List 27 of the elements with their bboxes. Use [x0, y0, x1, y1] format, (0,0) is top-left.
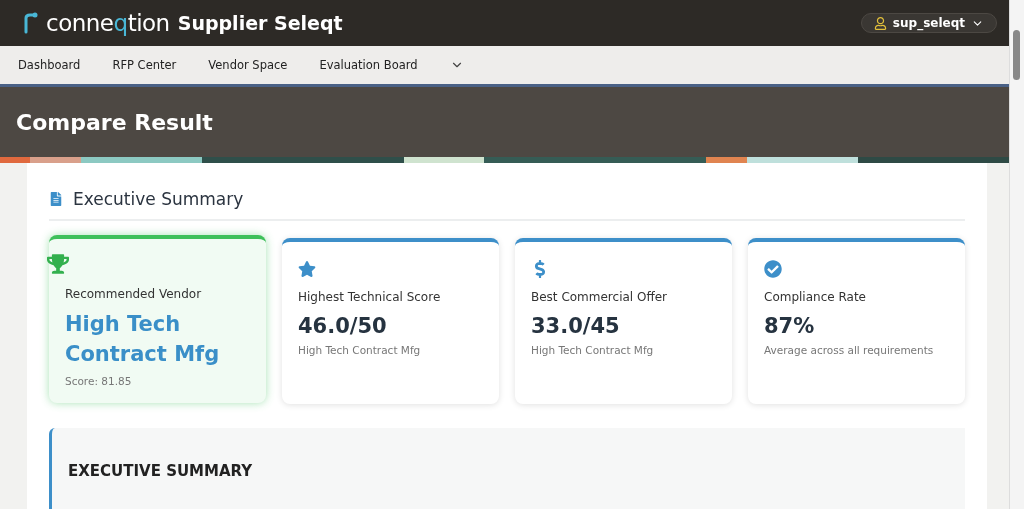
- nav-link[interactable]: Vendor Space: [208, 58, 288, 72]
- app-name: Supplier Seleqt: [177, 12, 343, 34]
- card-label: Best Commercial Offer: [531, 290, 668, 304]
- card-note: Average across all requirements: [764, 344, 935, 356]
- page-title: Compare Result: [16, 109, 213, 135]
- card-label: Compliance Rate: [764, 290, 867, 304]
- document-icon: [49, 192, 63, 206]
- summary-heading: EXECUTIVE SUMMARY: [68, 462, 254, 480]
- user-icon: [873, 16, 887, 30]
- section-title: Executive Summary: [73, 189, 244, 209]
- vendor-name: High Tech Contract Mfg: [65, 311, 221, 368]
- star-icon: [298, 260, 316, 278]
- nav-link[interactable]: RFP Center: [112, 58, 177, 72]
- user-menu-button[interactable]: sup_seleqt: [860, 13, 997, 33]
- card-value: 87%: [764, 314, 816, 338]
- card-label: Highest Technical Score: [298, 290, 442, 304]
- nav-link[interactable]: Dashboard: [18, 58, 81, 72]
- logo-icon: [22, 12, 38, 34]
- card-note: High Tech Contract Mfg: [531, 344, 655, 356]
- nav-link[interactable]: Evaluation Board: [319, 58, 418, 72]
- card-note: High Tech Contract Mfg: [298, 344, 422, 356]
- card-note: Score: 81.85: [65, 375, 133, 387]
- card-label: Recommended Vendor: [65, 287, 203, 301]
- card-value: 46.0/50: [298, 314, 388, 338]
- card-value: 33.0/45: [531, 314, 621, 338]
- logo-text: conneqtion: [46, 10, 170, 36]
- trophy-icon: [47, 253, 69, 275]
